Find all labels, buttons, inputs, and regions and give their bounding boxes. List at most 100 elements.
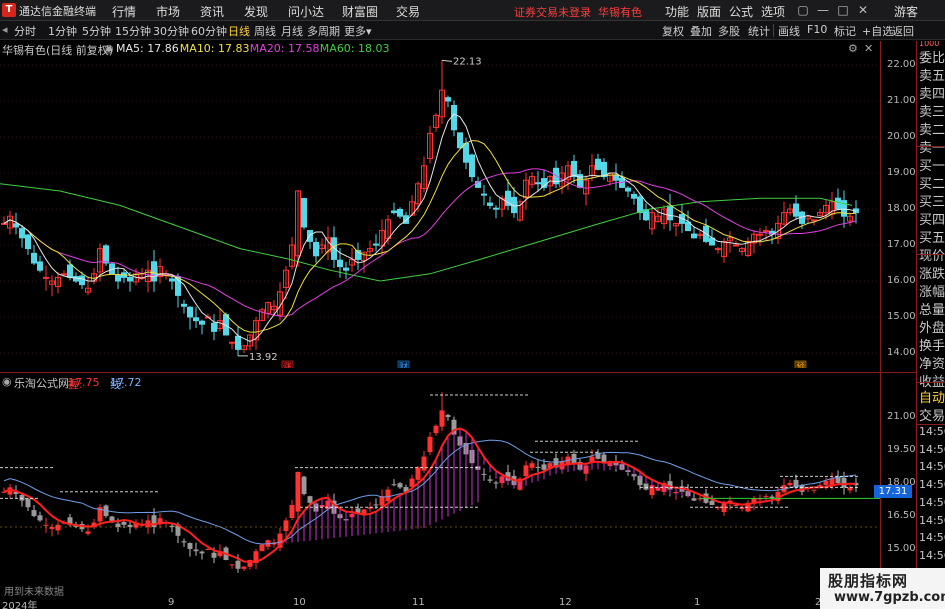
- period-tab-more-label: 更多: [344, 25, 366, 38]
- candle-down: [313, 241, 319, 257]
- candle-down: [835, 197, 841, 210]
- quote-panel-item: 买二: [919, 177, 945, 192]
- menu-item-function[interactable]: 功能: [665, 3, 689, 20]
- candle-down: [115, 274, 121, 282]
- menu-item-options[interactable]: 选项: [761, 3, 785, 20]
- indicator-chart[interactable]: [0, 388, 880, 597]
- indicator-bar-down: [307, 496, 313, 503]
- quote-panel-item[interactable]: 自动: [919, 387, 945, 406]
- quote-panel-divider: [917, 382, 945, 383]
- tool-f10-button[interactable]: F10: [807, 23, 827, 36]
- toolbar-collapse-icon[interactable]: ◂: [2, 23, 8, 36]
- candle-down: [187, 306, 193, 318]
- low-price-label: 13.92: [249, 352, 278, 363]
- login-status[interactable]: 证券交易未登录 华锡有色: [514, 4, 642, 20]
- candle-up: [733, 244, 739, 247]
- tool-stats-button[interactable]: 统计: [748, 23, 770, 39]
- indicator-bar-up: [529, 463, 535, 468]
- maximize-icon[interactable]: □: [836, 2, 850, 18]
- quote-panel-item: 14:56: [919, 442, 945, 456]
- period-tab-1min[interactable]: 1分钟: [48, 23, 77, 39]
- period-tab-monthly[interactable]: 月线: [281, 23, 303, 39]
- tool-multi-stock-button[interactable]: 多股: [718, 23, 740, 39]
- menu-item-news[interactable]: 资讯: [200, 3, 224, 20]
- menu-item-quotes[interactable]: 行情: [112, 3, 136, 20]
- candle-down: [463, 142, 469, 163]
- indicator-bar-down: [541, 464, 547, 470]
- period-tab-30min[interactable]: 30分钟: [153, 23, 189, 39]
- tool-draw-button[interactable]: 画线: [778, 23, 800, 39]
- candle-down: [643, 209, 649, 221]
- indicator-settings-icon[interactable]: ◉: [2, 375, 12, 388]
- quote-panel-item: 买三: [919, 195, 945, 210]
- quote-panel-item: 14:56: [919, 495, 945, 509]
- candle-down: [337, 259, 343, 268]
- menu-item-formula[interactable]: 公式: [729, 3, 753, 20]
- tool-overlay-button[interactable]: 叠加: [690, 23, 712, 39]
- future-data-note: 用到未来数据: [4, 587, 64, 598]
- period-tab-5min[interactable]: 5分钟: [82, 23, 111, 39]
- price-tick-label: 14.00: [887, 347, 916, 358]
- period-tab-more[interactable]: 更多▾: [344, 23, 372, 39]
- menu-item-layout[interactable]: 版面: [697, 3, 721, 20]
- candle-down: [331, 237, 337, 260]
- indicator-bar-up: [241, 566, 247, 569]
- candle-up: [43, 276, 49, 279]
- indicator-bar-down: [181, 541, 187, 543]
- event-badge-label: 预: [796, 362, 805, 368]
- indicator-bar-down: [37, 515, 43, 521]
- candle-down: [25, 234, 31, 250]
- menu-item-market[interactable]: 市场: [156, 3, 180, 20]
- quote-panel-item: 14:56: [919, 425, 945, 438]
- period-tab-daily[interactable]: 日线: [228, 23, 250, 39]
- minimize-icon[interactable]: —: [816, 2, 830, 18]
- quote-panel-item: 卖三: [919, 105, 945, 120]
- tool-back-button[interactable]: 返回: [892, 23, 914, 39]
- candle-up: [757, 233, 763, 236]
- watermark-title: 股朋指标网: [828, 572, 909, 590]
- indicator-bar-down: [121, 521, 127, 525]
- indicator-bar-down: [487, 479, 493, 481]
- menu-item-discover[interactable]: 发现: [244, 3, 268, 20]
- price-axis: 22.00 21.00 20.00 19.00 18.00 17.00 16.00 15.00…: [880, 41, 916, 372]
- candle-down: [19, 228, 25, 239]
- menu-item-assistant[interactable]: 问小达: [288, 3, 324, 20]
- menu-item-wealth[interactable]: 财富圈: [342, 3, 378, 20]
- guest-account[interactable]: 游客: [894, 3, 918, 20]
- period-tab-minute[interactable]: 分时: [14, 23, 36, 39]
- title-bar: T 通达信金融终端 行情 市场 资讯 发现 问小达 财富圈 交易 证券交易未登录…: [0, 0, 945, 21]
- indicator-bar-up: [823, 480, 829, 486]
- chart-settings-icon[interactable]: ⚙: [848, 42, 858, 55]
- tool-adjust-button[interactable]: 复权: [662, 23, 684, 39]
- chevron-down-icon: ▾: [366, 25, 372, 38]
- ma-value-0: MA5: 17.86: [116, 42, 179, 55]
- event-badge-label: 涨: [283, 362, 292, 368]
- chart-close-icon[interactable]: ✕: [864, 42, 873, 55]
- candle-down: [793, 203, 799, 217]
- quote-panel-divider: [917, 424, 945, 425]
- ma-settings-icon[interactable]: ◉: [104, 42, 114, 55]
- period-tab-weekly[interactable]: 周线: [254, 23, 276, 39]
- tool-add-favorite-button[interactable]: +自选: [862, 23, 893, 39]
- indicator-bar-up: [283, 520, 289, 531]
- candle-down: [487, 202, 493, 206]
- period-tab-60min[interactable]: 60分钟: [191, 23, 227, 39]
- indicator-tick-label: 15.00: [887, 543, 916, 554]
- indicator-bar-up: [379, 496, 385, 506]
- tool-mark-button[interactable]: 标记: [834, 23, 856, 39]
- menu-item-trade[interactable]: 交易: [396, 3, 420, 20]
- close-icon[interactable]: ✕: [856, 2, 870, 18]
- quote-panel-item: 外盘: [919, 321, 945, 336]
- skin-icon[interactable]: ▢: [796, 2, 810, 18]
- quote-panel-item: 卖五: [919, 69, 945, 84]
- candle-down: [343, 267, 349, 271]
- indicator-bar-up: [385, 489, 391, 502]
- indicator-bar-down: [373, 504, 379, 506]
- candle-down: [391, 210, 397, 214]
- period-tab-multi[interactable]: 多周期: [307, 23, 340, 39]
- indicator-bar-up: [85, 531, 91, 534]
- period-tab-15min[interactable]: 15分钟: [115, 23, 151, 39]
- quote-panel-divider: [917, 254, 945, 255]
- candlestick-chart[interactable]: 22.13 13.92 涨 财 预: [0, 56, 880, 368]
- quote-panel-item[interactable]: 交易: [919, 405, 945, 424]
